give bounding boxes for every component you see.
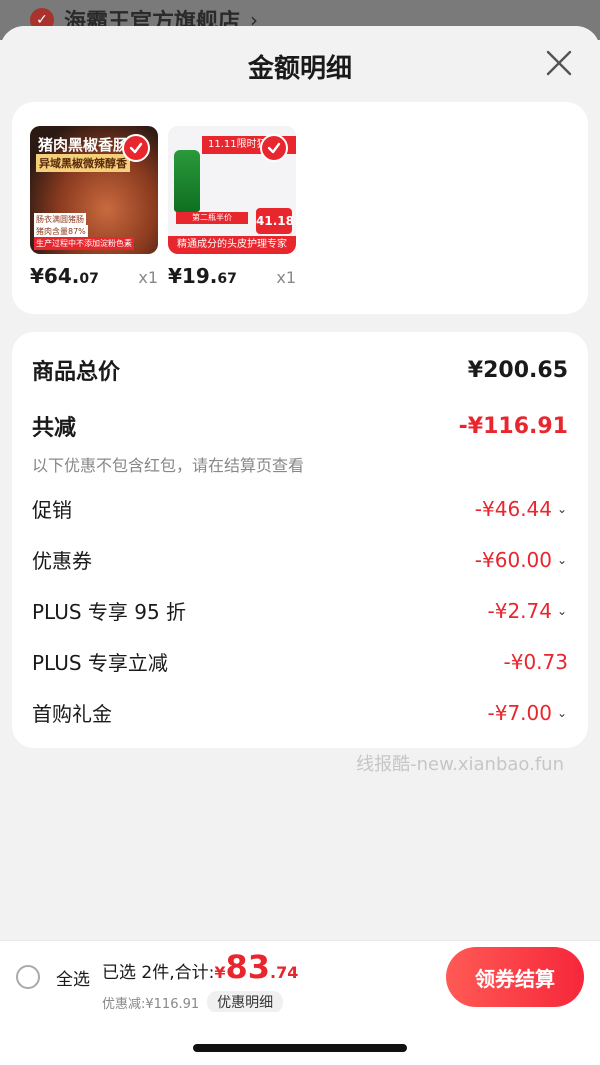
watermark: 线报酷-new.xianbao.fun bbox=[356, 754, 564, 775]
selected-count-text: 已选 2件,合计: bbox=[102, 963, 215, 983]
discount-label: 首购礼金 bbox=[32, 702, 112, 726]
discount-value: -¥2.74 ⌄ bbox=[487, 598, 568, 623]
product-quantity: x1 bbox=[276, 268, 296, 287]
chevron-down-icon: ⌄ bbox=[556, 552, 568, 567]
product-item[interactable]: 猪肉黑椒香肠 异域黑椒微辣醇香 肠衣满圆猪肠 猪肉含量87% 生产过程中不添加淀… bbox=[30, 126, 158, 288]
thumb-text: 第二瓶半价 bbox=[176, 212, 248, 224]
discount-amount: 优惠减:¥116.91 bbox=[102, 996, 200, 1012]
chevron-down-icon: ⌄ bbox=[556, 603, 568, 618]
discount-detail-link[interactable]: 优惠明细 bbox=[207, 991, 284, 1013]
thumb-text: 41.18 bbox=[256, 208, 294, 234]
chevron-down-icon: ⌄ bbox=[556, 705, 568, 720]
home-indicator[interactable] bbox=[193, 1044, 407, 1052]
checkout-button[interactable]: 领券结算 bbox=[446, 947, 584, 1007]
product-price: ¥19.67 bbox=[168, 264, 237, 288]
discount-value: -¥0.73 bbox=[503, 649, 568, 674]
order-summary: 已选 2件,合计: ¥83.74 bbox=[102, 951, 298, 983]
thumb-text: 猪肉黑椒香肠 bbox=[38, 136, 129, 154]
selected-check-icon[interactable] bbox=[122, 134, 150, 162]
sheet-title: 金额明细 bbox=[247, 54, 352, 84]
goods-total-value: ¥200.65 bbox=[467, 357, 568, 383]
total-reduce-row: 共减 -¥116.91 bbox=[32, 410, 568, 442]
product-thumbnail: 11.11限时狂欢 第二瓶半价 41.18 精通成分的头皮护理专家 bbox=[168, 126, 296, 254]
product-thumbnail: 猪肉黑椒香肠 异域黑椒微辣醇香 肠衣满圆猪肠 猪肉含量87% 生产过程中不添加淀… bbox=[30, 126, 158, 254]
discount-row-plus-reduce: PLUS 专享立减 -¥0.73 bbox=[32, 647, 568, 676]
discount-note: 以下优惠不包含红包，请在结算页查看 bbox=[32, 456, 305, 475]
amount-detail-sheet: 金额明细 猪肉黑椒香肠 异域黑椒微辣醇香 肠衣满圆猪肠 猪肉含量87% 生产过程… bbox=[0, 26, 600, 1065]
product-price: ¥64.07 bbox=[30, 264, 99, 288]
discount-value: -¥60.00 ⌄ bbox=[474, 547, 568, 572]
discount-value: -¥46.44 ⌄ bbox=[474, 496, 568, 521]
checkout-bar: 全选 已选 2件,合计: ¥83.74 优惠减:¥116.91 优惠明细 领券结… bbox=[0, 940, 600, 1013]
discount-label: PLUS 专享立减 bbox=[32, 651, 168, 675]
products-card: 猪肉黑椒香肠 异域黑椒微辣醇香 肠衣满圆猪肠 猪肉含量87% 生产过程中不添加淀… bbox=[12, 102, 588, 314]
close-icon bbox=[546, 50, 572, 76]
close-button[interactable] bbox=[544, 48, 574, 78]
discount-label: 优惠券 bbox=[32, 549, 92, 573]
discount-label: 促销 bbox=[32, 498, 72, 522]
discount-row-coupon[interactable]: 优惠券 -¥60.00 ⌄ bbox=[32, 545, 568, 574]
thumb-text: 生产过程中不添加淀粉色素 bbox=[34, 237, 134, 250]
goods-total-label: 商品总价 bbox=[32, 360, 121, 385]
discount-label: PLUS 专享 95 折 bbox=[32, 600, 187, 624]
discount-row-plus-95[interactable]: PLUS 专享 95 折 -¥2.74 ⌄ bbox=[32, 596, 568, 625]
select-all-radio[interactable] bbox=[16, 965, 40, 989]
discount-row-first-buy[interactable]: 首购礼金 -¥7.00 ⌄ bbox=[32, 698, 568, 727]
discount-value: -¥7.00 ⌄ bbox=[487, 700, 568, 725]
order-total: ¥83.74 bbox=[214, 948, 299, 986]
discount-row-promotion[interactable]: 促销 -¥46.44 ⌄ bbox=[32, 494, 568, 523]
total-reduce-value: -¥116.91 bbox=[458, 413, 568, 439]
product-quantity: x1 bbox=[138, 268, 158, 287]
price-breakdown-card: 商品总价 ¥200.65 共减 -¥116.91 以下优惠不包含红包，请在结算页… bbox=[12, 332, 588, 748]
goods-total-row: 商品总价 ¥200.65 bbox=[32, 354, 568, 386]
product-item[interactable]: 11.11限时狂欢 第二瓶半价 41.18 精通成分的头皮护理专家 ¥19.67… bbox=[168, 126, 296, 288]
discount-summary: 优惠减:¥116.91 优惠明细 bbox=[102, 991, 284, 1013]
select-all-label[interactable]: 全选 bbox=[56, 965, 90, 990]
bottle-image bbox=[174, 150, 200, 212]
total-reduce-label: 共减 bbox=[32, 416, 77, 441]
thumb-text: 异域黑椒微辣醇香 bbox=[36, 154, 130, 172]
selected-check-icon[interactable] bbox=[260, 134, 288, 162]
chevron-down-icon: ⌄ bbox=[556, 501, 568, 516]
system-bottom-area bbox=[0, 1012, 600, 1065]
thumb-text: 精通成分的头皮护理专家 bbox=[168, 236, 296, 254]
